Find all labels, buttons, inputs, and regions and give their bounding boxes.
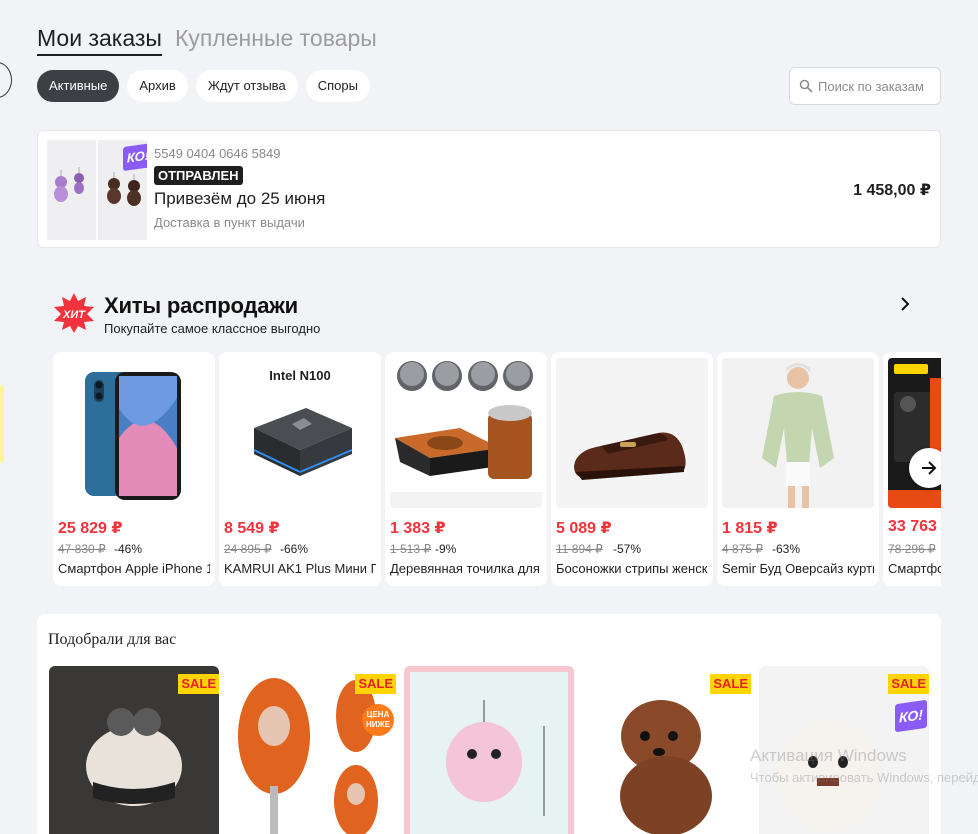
product-price: 1 383 ₽ [390,520,446,537]
product-name: Смартфон Apple iPhone 13 [58,561,210,576]
filter-awaiting-review[interactable]: Ждут отзыва [195,70,298,102]
product-name: Смартфон realme [888,561,941,576]
chevron-right-icon[interactable] [897,296,913,312]
order-thumbnail: КО! [98,140,147,240]
product-name: Semir Буд Оверсайз куртка [722,561,874,576]
search-input[interactable] [818,78,940,94]
side-promo-tab[interactable] [0,385,4,463]
arrow-right-icon [922,461,937,475]
order-number: 5549 0404 0646 5849 [154,146,281,161]
sale-badge: SALE [355,674,396,694]
sale-hits-section: ХИТ Хиты распродажи Покупайте самое клас… [37,272,941,592]
filter-disputes[interactable]: Споры [305,70,370,102]
ko-badge: КО! [895,699,927,733]
windows-activation-hint: Чтобы активировать Windows, перейдите в … [750,770,978,785]
price-lower-badge: ЦЕНА НИЖЕ [362,704,394,736]
product-old-price: 24 895 ₽ [224,542,272,556]
product-old-price: 78 296 ₽ [888,542,936,556]
product-card[interactable]: 25 829 ₽ 47 830 ₽ -46% Смартфон Apple iP… [53,352,215,586]
product-image-label: Intel N100 [269,368,331,383]
product-name: KAMRUI AK1 Plus Мини ПК [224,561,376,576]
product-old-price: 1 513 ₽ [390,542,431,556]
delivery-subtitle: Доставка в пункт выдачи [154,215,305,230]
product-price: 8 549 ₽ [224,520,280,537]
recommendation-card[interactable]: SALE ЦЕНА НИЖЕ [226,666,396,834]
sale-badge: SALE [178,674,219,694]
ko-badge: КО! [123,142,147,172]
order-card[interactable]: КО! 5549 0404 0646 5849 ОТПРАВЛЕН Привез… [37,130,941,248]
product-old-price: 11 894 ₽ [556,542,603,556]
product-image [722,358,874,508]
product-discount: -57% [613,542,642,556]
recommendation-card[interactable]: SALE [49,666,219,834]
product-discount: -9% [435,542,457,556]
section-title: Хиты распродажи [104,293,298,318]
hit-badge-label: ХИТ [62,309,86,321]
section-title: Подобрали для вас [48,631,177,648]
recommendations-section: Подобрали для вас SALE SALE ЦЕНА НИЖЕ SA… [37,614,941,834]
order-tabs: Мои заказы Купленные товары [37,22,377,56]
recommendation-card[interactable]: SALE [581,666,751,834]
product-old-price: 4 875 ₽ [722,542,763,556]
product-image [58,358,210,508]
back-button[interactable] [0,62,12,98]
product-discount: -63% [772,542,801,556]
hit-icon: ХИТ [54,293,94,333]
product-old-price: 47 830 ₽ [58,542,106,556]
product-image [556,358,708,508]
product-card[interactable]: Intel N100 8 549 ₽ 24 895 ₽ -66% KAMRUI … [219,352,381,586]
order-filters: Активные Архив Ждут отзыва Споры [37,70,370,102]
tab-my-orders[interactable]: Мои заказы [37,22,162,56]
product-card[interactable]: 5 089 ₽ 11 894 ₽ -57% Босоножки стрипы ж… [551,352,713,586]
search-icon [799,79,813,93]
product-price: 33 763 [888,518,937,535]
sale-badge: SALE [710,674,751,694]
windows-activation-watermark: Активация Windows [750,746,907,765]
product-carousel: 25 829 ₽ 47 830 ₽ -46% Смартфон Apple iP… [53,352,941,588]
product-image: Intel N100 [224,358,376,508]
section-subtitle: Покупайте самое классное выгодно [104,321,321,336]
product-card[interactable]: 1 383 ₽ 1 513 ₽ -9% Деревянная точилка д… [385,352,547,586]
status-badge: ОТПРАВЛЕН [154,166,243,185]
product-card[interactable]: 1 815 ₽ 4 875 ₽ -63% Semir Буд Оверсайз … [717,352,879,586]
recommendation-card[interactable] [404,666,574,834]
filter-archive[interactable]: Архив [127,70,188,102]
product-price: 25 829 ₽ [58,520,123,537]
filter-active[interactable]: Активные [37,70,120,102]
product-name: Босоножки стрипы женские [556,561,708,576]
product-discount: -66% [280,542,309,556]
order-thumbnails: КО! [47,140,147,240]
sale-badge: SALE [888,674,929,694]
delivery-title: Привезём до 25 июня [154,189,326,208]
product-price: 1 815 ₽ [722,520,778,537]
product-discount: -46% [114,542,143,556]
order-search[interactable] [789,67,941,105]
order-price: 1 458,00 ₽ [853,182,931,199]
tab-bought-items[interactable]: Купленные товары [175,22,377,54]
carousel-next-button[interactable] [909,448,941,488]
product-name: Деревянная точилка для ножей [390,561,542,576]
product-image [390,358,542,508]
product-price: 5 089 ₽ [556,520,612,537]
order-thumbnail [47,140,96,240]
